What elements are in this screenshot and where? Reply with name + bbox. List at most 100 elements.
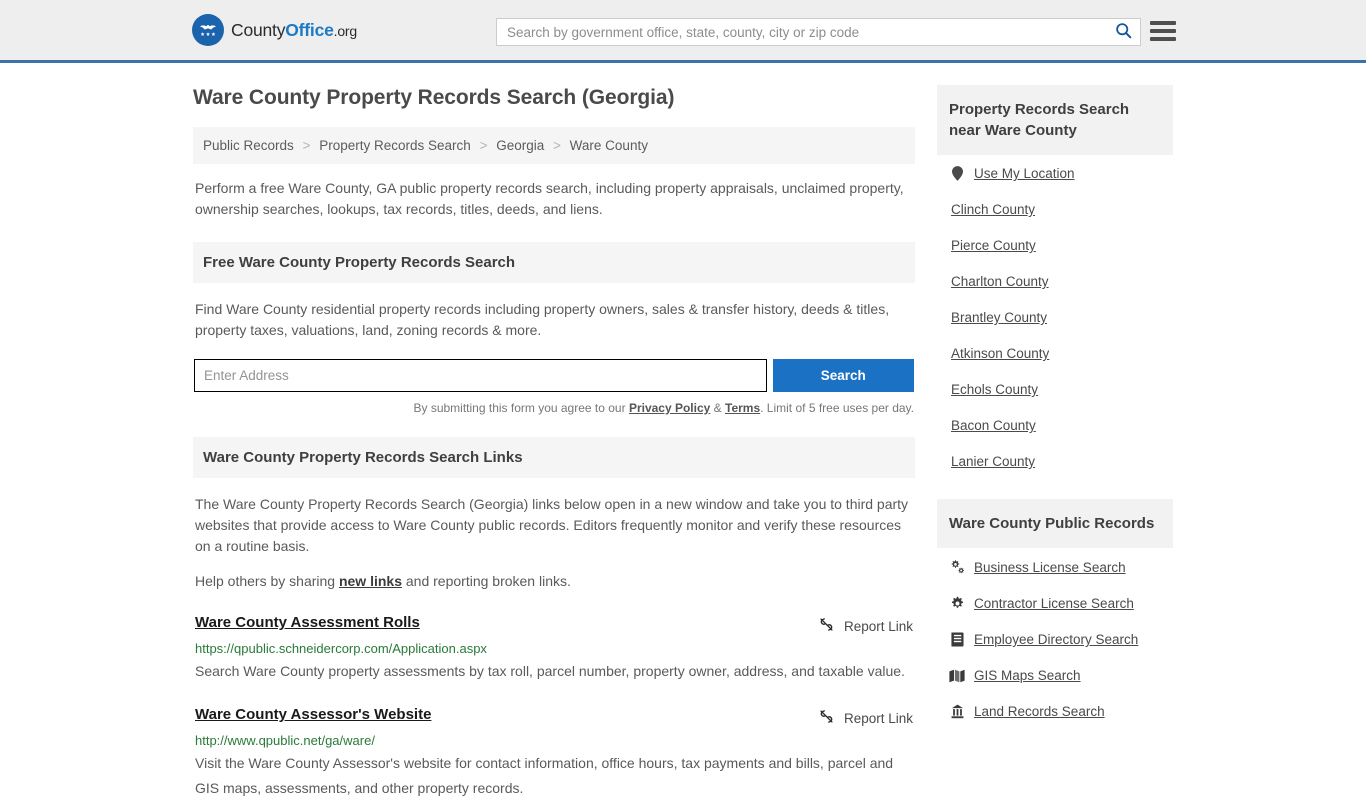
nearby-county-link[interactable]: Brantley County — [951, 310, 1047, 325]
link-result-title[interactable]: Ware County Assessor's Website — [195, 706, 431, 723]
report-link-label: Report Link — [843, 618, 913, 634]
form-disclaimer: By submitting this form you agree to our… — [193, 401, 915, 415]
gear-icon — [949, 596, 965, 611]
intro-paragraph: Perform a free Ware County, GA public pr… — [195, 180, 904, 217]
link-result-header: Ware County Assessor's Website Report Li… — [195, 706, 913, 728]
sidebar-item-business-license-search[interactable]: Business License Search — [949, 548, 1161, 585]
search-button[interactable]: Search — [772, 359, 914, 392]
page-container: Ware County Property Records Search (Geo… — [193, 63, 1173, 801]
sidebar-item-atkinson-county[interactable]: Atkinson County — [949, 335, 1161, 371]
sidebar-item-contractor-license-search[interactable]: Contractor License Search — [949, 585, 1161, 621]
landmark-icon — [949, 704, 965, 719]
broken-link-icon — [818, 616, 835, 636]
sidebar-item-charlton-county[interactable]: Charlton County — [949, 263, 1161, 299]
sidebar-item-pierce-county[interactable]: Pierce County — [949, 227, 1161, 263]
logo-text-org: .org — [333, 22, 358, 39]
breadcrumb-separator: > — [302, 138, 311, 153]
nearby-county-link[interactable]: Echols County — [951, 382, 1038, 397]
map-icon — [949, 669, 965, 683]
search-icon — [1115, 22, 1132, 42]
free-search-description: Find Ware County residential property re… — [195, 301, 890, 338]
breadcrumb-separator: > — [479, 138, 488, 153]
nearby-searches-heading: Property Records Search near Ware County — [937, 85, 1173, 155]
link-result-description: Visit the Ware County Assessor's website… — [195, 755, 894, 796]
report-link-button[interactable]: Report Link — [818, 706, 913, 728]
links-section-paragraph: The Ware County Property Records Search … — [195, 496, 909, 554]
nearby-county-link[interactable]: Lanier County — [951, 454, 1035, 469]
link-result-title[interactable]: Ware County Assessment Rolls — [195, 614, 420, 631]
global-search-bar — [496, 18, 1141, 46]
link-result-description: Search Ware County property assessments … — [195, 663, 905, 679]
search-input[interactable] — [497, 19, 1106, 45]
address-input[interactable] — [194, 359, 767, 392]
sidebar-item-clinch-county[interactable]: Clinch County — [949, 191, 1161, 227]
logo-text-office: Office — [285, 19, 334, 40]
disclaimer-amp: & — [710, 401, 725, 415]
help-prefix: Help others by sharing — [195, 573, 339, 589]
nearby-searches-panel: Property Records Search near Ware County… — [937, 85, 1173, 479]
sidebar-item-gis-maps-search[interactable]: GIS Maps Search — [949, 657, 1161, 693]
public-records-link[interactable]: Business License Search — [974, 560, 1126, 575]
hamburger-bar — [1150, 37, 1176, 41]
use-my-location-link[interactable]: Use My Location — [974, 166, 1075, 181]
help-suffix: and reporting broken links. — [402, 573, 571, 589]
sidebar: Property Records Search near Ware County… — [937, 85, 1173, 801]
breadcrumb-item-georgia[interactable]: Georgia — [496, 138, 544, 153]
public-records-link[interactable]: Employee Directory Search — [974, 632, 1138, 647]
id-card-icon — [949, 632, 965, 647]
link-result-url[interactable]: http://www.qpublic.net/ga/ware/ — [195, 733, 913, 748]
link-result-url[interactable]: https://qpublic.schneidercorp.com/Applic… — [195, 641, 913, 656]
eagle-seal-icon — [192, 14, 224, 46]
report-link-label: Report Link — [843, 710, 913, 726]
report-link-button[interactable]: Report Link — [818, 614, 913, 636]
nearby-county-link[interactable]: Clinch County — [951, 202, 1035, 217]
broken-link-icon — [818, 708, 835, 728]
logo-wordmark: CountyOffice.org — [231, 20, 357, 41]
public-records-list: Business License Search Contractor Licen… — [937, 548, 1173, 729]
new-links-link[interactable]: new links — [339, 573, 402, 589]
breadcrumb: Public Records > Property Records Search… — [193, 127, 915, 164]
nearby-searches-list: Use My Location Clinch County Pierce Cou… — [937, 155, 1173, 479]
public-records-heading: Ware County Public Records — [937, 499, 1173, 548]
hamburger-menu-icon[interactable] — [1150, 19, 1176, 43]
public-records-link[interactable]: GIS Maps Search — [974, 668, 1081, 683]
nearby-county-link[interactable]: Pierce County — [951, 238, 1036, 253]
address-search-form: Search — [193, 359, 915, 392]
public-records-link[interactable]: Land Records Search — [974, 704, 1105, 719]
sidebar-item-echols-county[interactable]: Echols County — [949, 371, 1161, 407]
logo-text-county: County — [231, 19, 286, 40]
site-logo[interactable]: CountyOffice.org — [192, 14, 357, 46]
sidebar-item-bacon-county[interactable]: Bacon County — [949, 407, 1161, 443]
link-result: Ware County Assessment Rolls Report Link… — [193, 614, 915, 684]
page-title: Ware County Property Records Search (Geo… — [193, 86, 675, 109]
nearby-county-link[interactable]: Charlton County — [951, 274, 1049, 289]
sidebar-item-lanier-county[interactable]: Lanier County — [949, 443, 1161, 479]
privacy-policy-link[interactable]: Privacy Policy — [629, 401, 710, 415]
nearby-county-link[interactable]: Bacon County — [951, 418, 1036, 433]
public-records-panel: Ware County Public Records Business Lice… — [937, 499, 1173, 729]
terms-link[interactable]: Terms — [725, 401, 760, 415]
breadcrumb-separator: > — [553, 138, 561, 153]
use-my-location-item[interactable]: Use My Location — [949, 155, 1161, 191]
breadcrumb-item-ware-county[interactable]: Ware County — [570, 138, 648, 153]
public-records-link[interactable]: Contractor License Search — [974, 596, 1134, 611]
hamburger-bar — [1150, 21, 1176, 25]
link-result: Ware County Assessor's Website Report Li… — [193, 706, 915, 801]
help-share-paragraph: Help others by sharing new links and rep… — [193, 571, 915, 592]
link-result-header: Ware County Assessment Rolls Report Link — [195, 614, 913, 636]
search-submit-button[interactable] — [1106, 19, 1140, 45]
cogs-icon — [949, 559, 965, 575]
sidebar-item-brantley-county[interactable]: Brantley County — [949, 299, 1161, 335]
breadcrumb-item-public-records[interactable]: Public Records — [203, 138, 294, 153]
disclaimer-prefix: By submitting this form you agree to our — [413, 401, 629, 415]
site-header: CountyOffice.org — [0, 0, 1366, 63]
sidebar-item-employee-directory-search[interactable]: Employee Directory Search — [949, 621, 1161, 657]
main-column: Ware County Property Records Search (Geo… — [193, 85, 915, 801]
free-search-heading: Free Ware County Property Records Search — [193, 242, 915, 283]
hamburger-bar — [1150, 29, 1176, 33]
nearby-county-link[interactable]: Atkinson County — [951, 346, 1049, 361]
sidebar-item-land-records-search[interactable]: Land Records Search — [949, 693, 1161, 729]
disclaimer-suffix: . Limit of 5 free uses per day. — [760, 401, 914, 415]
links-section-heading: Ware County Property Records Search Link… — [193, 437, 915, 478]
breadcrumb-item-property-records-search[interactable]: Property Records Search — [319, 138, 471, 153]
